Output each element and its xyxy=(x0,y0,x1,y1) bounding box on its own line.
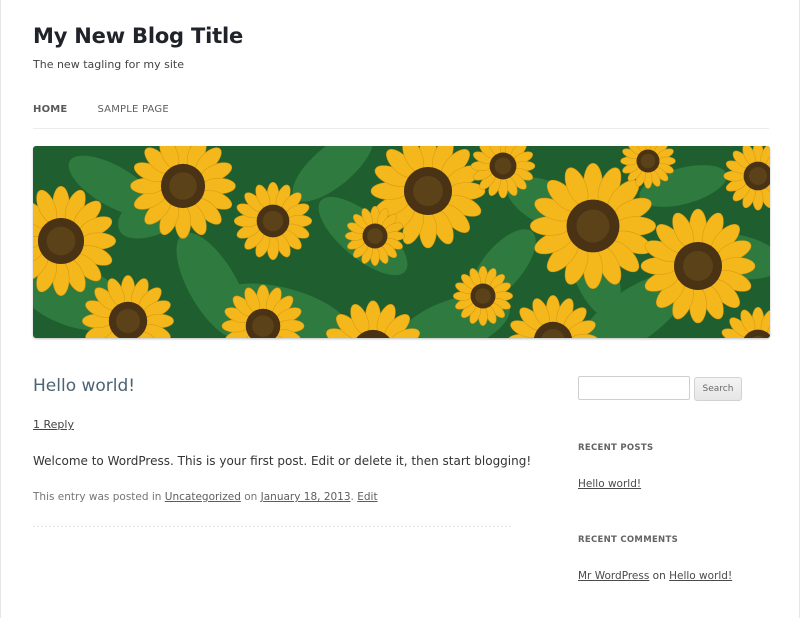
nav-item-home[interactable]: HOME xyxy=(33,104,67,128)
entry-separator xyxy=(33,526,511,527)
recent-comments-title: RECENT COMMENTS xyxy=(578,535,678,545)
recent-comment-item: Mr WordPress on Hello world! xyxy=(578,570,732,582)
main-navigation: HOME SAMPLE PAGE xyxy=(33,104,769,129)
meta-on: on xyxy=(240,491,261,503)
site-title[interactable]: My New Blog Title xyxy=(33,24,243,48)
recent-posts-title: RECENT POSTS xyxy=(578,443,654,453)
edit-link[interactable]: Edit xyxy=(357,491,377,503)
post-title[interactable]: Hello world! xyxy=(33,376,135,396)
reply-link[interactable]: 1 Reply xyxy=(33,418,74,431)
header-image[interactable] xyxy=(33,146,770,338)
nav-item-sample-page[interactable]: SAMPLE PAGE xyxy=(97,104,168,128)
meta-prefix: This entry was posted in xyxy=(33,491,165,503)
post-body: Welcome to WordPress. This is your first… xyxy=(33,454,532,468)
recent-post-link[interactable]: Hello world! xyxy=(578,478,641,490)
category-link[interactable]: Uncategorized xyxy=(165,491,241,503)
date-link[interactable]: January 18, 2013 xyxy=(261,491,351,503)
comment-author-link[interactable]: Mr WordPress xyxy=(578,570,649,582)
sunflower-photo xyxy=(33,146,770,338)
comment-post-link[interactable]: Hello world! xyxy=(669,570,732,582)
search-button[interactable]: Search xyxy=(694,377,742,401)
page: My New Blog Title The new tagling for my… xyxy=(1,0,799,618)
search-input[interactable] xyxy=(578,376,690,400)
post-meta: This entry was posted in Uncategorized o… xyxy=(33,491,378,503)
comment-on-text: on xyxy=(649,570,670,582)
recent-post-item: Hello world! xyxy=(578,478,641,490)
site-tagline: The new tagling for my site xyxy=(33,58,184,71)
